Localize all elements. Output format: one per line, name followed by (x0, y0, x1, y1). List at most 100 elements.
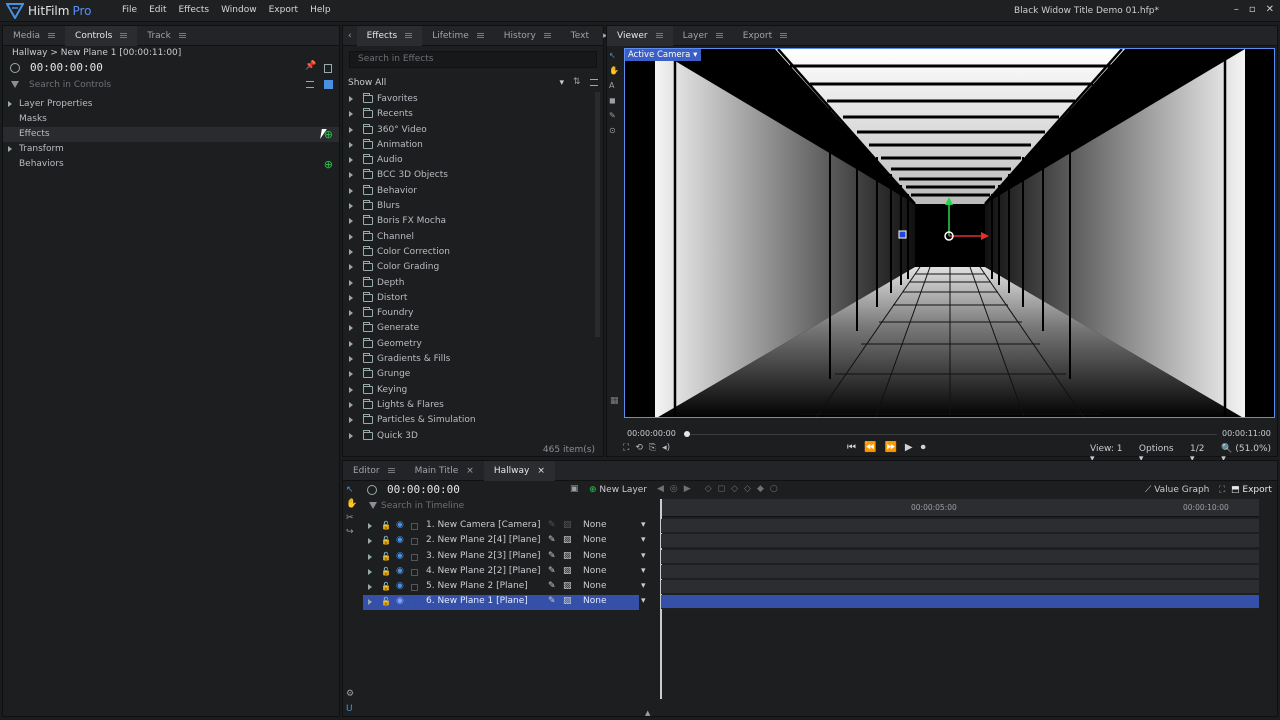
solo-toggle[interactable] (411, 599, 418, 607)
play-icon[interactable]: ▶ (905, 442, 913, 453)
pen-icon[interactable]: ✎ (548, 520, 556, 530)
text-tool-icon[interactable]: A (609, 78, 621, 93)
minimize-icon[interactable]: – (1234, 4, 1239, 15)
menu-export[interactable]: Export (263, 5, 304, 15)
solo-toggle[interactable] (411, 584, 418, 592)
expand-arrow-icon[interactable] (349, 386, 353, 393)
grid-view-icon[interactable] (324, 80, 333, 89)
prev-keyframe-icon[interactable]: ◀ (657, 484, 664, 494)
chevron-down-icon[interactable]: ▾ (641, 535, 646, 545)
expand-arrow-icon[interactable] (349, 218, 353, 225)
tab-menu-icon[interactable] (405, 33, 413, 38)
step-forward-icon[interactable]: ⏩ (884, 442, 896, 453)
lock-icon[interactable]: 🔓 (381, 567, 391, 576)
tab-export[interactable]: Export (733, 26, 797, 46)
keyframe-circle-icon[interactable]: ○ (770, 484, 778, 494)
tab-lifetime[interactable]: Lifetime (422, 26, 494, 46)
timeline-layer-row[interactable]: 🔓 ◉ 2. New Plane 2[4] [Plane] ✎ ▨ None ▾ (363, 534, 1259, 549)
layer-track-bar[interactable] (661, 519, 1259, 533)
tab-history[interactable]: History (494, 26, 561, 46)
fit-view-icon[interactable]: ⛶ (623, 443, 629, 453)
pan-tool-icon[interactable]: ✋ (609, 63, 621, 78)
maximize-icon[interactable]: ▫ (1249, 4, 1256, 15)
keyframe-toggle-icon[interactable]: ◎ (670, 484, 678, 494)
expand-arrow-icon[interactable] (349, 141, 353, 148)
tree-item-layer-properties[interactable]: Layer Properties (3, 97, 339, 112)
expand-arrow-icon[interactable] (349, 111, 353, 118)
layer-header[interactable]: 🔓 ◉ 1. New Camera [Camera] ✎ ▨ None ▾ (363, 519, 646, 534)
expand-arrow-icon[interactable] (349, 172, 353, 179)
effect-folder[interactable]: Keying (347, 383, 592, 398)
tab-scroll-left-icon[interactable]: ‹ (343, 26, 357, 46)
timeline-search-input[interactable]: Search in Timeline (381, 501, 651, 511)
anchor-tool-icon[interactable]: ⊙ (609, 123, 621, 138)
effects-scrollbar[interactable] (595, 92, 600, 337)
tab-menu-icon[interactable] (543, 33, 551, 38)
scroll-up-icon[interactable]: ▲ (645, 709, 650, 717)
sort-icon[interactable]: ⇅ (573, 77, 581, 87)
expand-arrow-icon[interactable] (368, 568, 372, 575)
chevron-down-icon[interactable]: ▾ (641, 520, 646, 530)
timeline-layer-row[interactable]: 🔓 ◉ 3. New Plane 2[3] [Plane] ✎ ▨ None ▾ (363, 549, 1259, 565)
expand-arrow-icon[interactable] (349, 96, 353, 102)
expand-arrow-icon[interactable] (349, 248, 353, 255)
list-view-icon[interactable] (306, 81, 314, 88)
pen-icon[interactable]: ✎ (548, 551, 556, 561)
expand-arrow-icon[interactable] (349, 356, 353, 363)
expand-arrow-icon[interactable] (349, 310, 353, 317)
tree-item-transform[interactable]: Transform (3, 142, 339, 157)
pen-icon[interactable]: ✎ (548, 581, 556, 591)
razor-tool-icon[interactable]: ✂ (346, 511, 358, 525)
blend-mode-icon[interactable]: ▨ (563, 596, 572, 606)
effect-folder[interactable]: Audio (347, 153, 592, 168)
pin-icon[interactable]: 📌 (305, 61, 316, 71)
solo-toggle[interactable] (411, 538, 418, 546)
keyframe-diamond-icon[interactable]: ◇ (705, 484, 712, 494)
menu-effects[interactable]: Effects (173, 5, 216, 15)
tab-menu-icon[interactable] (780, 33, 788, 38)
visibility-eye-icon[interactable]: ◉ (396, 535, 404, 545)
expand-arrow-icon[interactable] (349, 417, 353, 424)
effect-folder[interactable]: Lights & Flares (347, 398, 592, 413)
effect-folder[interactable]: BCC 3D Objects (347, 168, 592, 183)
parent-dropdown[interactable]: None (583, 535, 606, 545)
keyframe-diamond-icon[interactable]: ◇ (731, 484, 738, 494)
tab-editor[interactable]: Editor (343, 461, 405, 481)
visibility-eye-icon[interactable]: ◉ (396, 596, 404, 606)
expand-arrow-icon[interactable] (349, 126, 353, 133)
tab-media[interactable]: Media (3, 26, 65, 46)
expand-arrow-icon[interactable] (349, 371, 353, 378)
layer-track-bar[interactable] (661, 564, 1259, 579)
lock-icon[interactable]: 🔓 (381, 597, 391, 606)
expand-arrow-icon[interactable] (8, 146, 12, 152)
visibility-eye-icon[interactable]: ◉ (396, 581, 404, 591)
expand-arrow-icon[interactable] (8, 101, 12, 107)
layer-track-bar[interactable] (661, 580, 1259, 595)
record-icon[interactable]: ⏺ (921, 442, 926, 453)
parent-dropdown[interactable]: None (583, 551, 606, 561)
effects-menu-icon[interactable] (590, 79, 598, 86)
controls-timecode[interactable]: 00:00:00:00 (30, 61, 103, 74)
layer-header[interactable]: 🔓 ◉ 6. New Plane 1 [Plane] ✎ ▨ None ▾ (363, 595, 646, 611)
keyframe-half-icon[interactable]: ◆ (757, 484, 764, 494)
audio-icon[interactable]: ◂) (662, 443, 670, 453)
solo-toggle[interactable] (411, 568, 418, 576)
expand-arrow-icon[interactable] (349, 340, 353, 347)
effect-folder[interactable]: Gradients & Fills (347, 352, 592, 367)
lock-icon[interactable]: 🔓 (381, 552, 391, 561)
blend-mode-icon[interactable]: ▨ (563, 566, 572, 576)
keyframe-square-icon[interactable]: ◻ (718, 484, 725, 494)
effect-folder[interactable]: Grunge (347, 367, 592, 382)
effect-folder[interactable]: Channel (347, 230, 592, 245)
expand-arrow-icon[interactable] (349, 325, 353, 332)
tab-text[interactable]: Text (561, 26, 599, 46)
tab-effects[interactable]: Effects (356, 25, 423, 46)
parent-dropdown[interactable]: None (583, 596, 606, 606)
blend-mode-icon[interactable]: ▨ (563, 520, 572, 530)
tree-item-masks[interactable]: Masks (3, 112, 339, 127)
tab-main-title[interactable]: Main Title × (405, 461, 484, 481)
pen-icon[interactable]: ✎ (548, 596, 556, 606)
effect-folder[interactable]: Boris FX Mocha (347, 214, 592, 229)
blend-mode-icon[interactable]: ▨ (563, 551, 572, 561)
viewer-scrub-track[interactable] (687, 434, 1217, 435)
